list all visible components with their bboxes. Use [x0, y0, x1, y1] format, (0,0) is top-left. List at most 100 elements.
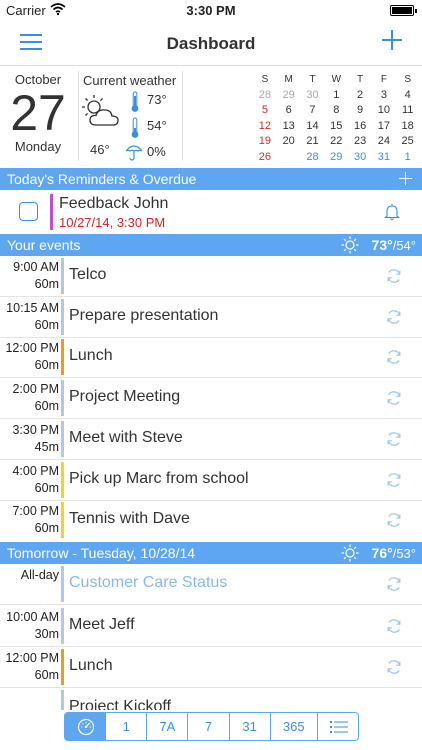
precipitation-chance: 0% [147, 144, 166, 159]
event-color-bar [61, 462, 64, 498]
calendar-day[interactable]: 2 [348, 88, 372, 104]
sync-icon[interactable] [386, 309, 402, 325]
calendar-day[interactable]: 18 [396, 119, 420, 135]
calendar-day[interactable]: 6 [277, 103, 301, 119]
calendar-day[interactable]: 31 [372, 150, 396, 166]
event-row[interactable]: 3:30 PM 45m Meet with Steve [0, 419, 422, 460]
event-row[interactable]: 10:15 AM 60m Prepare presentation [0, 297, 422, 338]
week-view-button[interactable]: 7 [188, 713, 230, 740]
list-view-button[interactable] [318, 713, 358, 740]
sync-icon[interactable] [386, 268, 402, 284]
event-title: Project Meeting [69, 388, 181, 405]
event-row[interactable]: 9:00 AM 60m Telco [0, 256, 422, 297]
clock: 3:30 PM [186, 3, 236, 18]
calendar-day[interactable]: 26 [253, 150, 277, 166]
date-block[interactable]: October 27 Monday [0, 67, 76, 167]
calendar-day[interactable]: 22 [324, 134, 348, 150]
weekday-header: W [331, 74, 342, 85]
calendar-day[interactable]: 11 [396, 103, 420, 119]
calendar-day[interactable]: 9 [348, 103, 372, 119]
add-icon[interactable] [382, 30, 402, 50]
weekday-header: S [404, 74, 412, 85]
sync-icon[interactable] [386, 618, 402, 634]
sync-icon[interactable] [386, 390, 402, 406]
today-temps: 73°/54° [372, 237, 416, 253]
sync-icon[interactable] [386, 512, 402, 528]
calendar-day[interactable]: 7 [301, 103, 325, 119]
calendar-day[interactable]: 17 [372, 119, 396, 135]
event-time: 10:15 AM [6, 301, 59, 315]
event-title: Meet Jeff [69, 616, 135, 633]
calendar-day[interactable]: 29 [324, 150, 348, 166]
calendar-day[interactable]: 5 [253, 103, 277, 119]
week-agenda-view-button[interactable]: 7A [147, 713, 189, 740]
day-view-button[interactable]: 1 [106, 713, 148, 740]
event-duration: 60m [34, 481, 59, 495]
sync-icon[interactable] [386, 472, 402, 488]
event-row[interactable]: 10:00 AM 30m Meet Jeff [0, 606, 422, 647]
event-row[interactable]: 4:00 PM 60m Pick up Marc from school [0, 460, 422, 501]
calendar-day[interactable]: 13 [277, 119, 301, 135]
event-title: Telco [69, 266, 107, 283]
weather-block[interactable]: Current weather 73° 54° 46° 0% [80, 67, 180, 167]
calendar-day[interactable]: 20 [277, 134, 301, 150]
event-row[interactable]: 7:00 PM 60m Tennis with Dave [0, 500, 422, 541]
event-time: 12:00 PM [5, 341, 59, 355]
event-row[interactable]: 12:00 PM 60m Lunch [0, 647, 422, 688]
calendar-day[interactable]: 28 [301, 150, 325, 166]
event-title: Meet with Steve [69, 429, 183, 446]
event-row-partial[interactable]: Project Kickoff [0, 688, 422, 710]
bell-icon[interactable] [384, 203, 400, 221]
calendar-day[interactable]: 21 [301, 134, 325, 150]
calendar-day[interactable]: 10 [372, 103, 396, 119]
nav-bar: Dashboard [0, 22, 422, 66]
calendar-day[interactable]: 29 [277, 88, 301, 104]
month-view-button[interactable]: 31 [230, 713, 271, 740]
calendar-day[interactable]: 19 [253, 134, 277, 150]
reminder-due: 10/27/14, 3:30 PM [59, 215, 166, 230]
weekday-header: T [357, 74, 364, 85]
event-row[interactable]: 12:00 PM 60m Lunch [0, 337, 422, 378]
calendar-day[interactable]: 15 [324, 119, 348, 135]
event-time: All-day [20, 568, 59, 582]
sync-icon[interactable] [386, 659, 402, 675]
weekday-label: Monday [14, 139, 62, 154]
calendar-day[interactable]: 30 [301, 88, 325, 104]
calendar-day[interactable]: 30 [348, 150, 372, 166]
calendar-day[interactable]: 24 [372, 134, 396, 150]
calendar-day[interactable]: 28 [253, 88, 277, 104]
sun-icon [341, 544, 359, 562]
calendar-day[interactable]: 1 [396, 150, 420, 166]
speedometer-icon [77, 718, 95, 736]
sync-icon[interactable] [386, 349, 402, 365]
year-view-button[interactable]: 365 [271, 713, 318, 740]
calendar-day[interactable]: 4 [396, 88, 420, 104]
calendar-day[interactable]: 23 [348, 134, 372, 150]
event-row[interactable]: 2:00 PM 60m Project Meeting [0, 378, 422, 419]
mini-calendar[interactable]: S M T W T F S 28 29 30 1 2 3 4 5 6 7 8 9… [253, 72, 420, 166]
calendar-day[interactable]: 1 [324, 88, 348, 104]
sync-icon[interactable] [386, 576, 402, 592]
add-reminder-icon[interactable] [399, 172, 412, 185]
event-row[interactable]: All-day Customer Care Status [0, 564, 422, 605]
tomorrow-events-header: Tomorrow - Tuesday, 10/28/14 76°/53° [0, 542, 422, 564]
calendar-day[interactable]: 12 [253, 119, 277, 135]
event-duration: 60m [34, 521, 59, 535]
calendar-day[interactable]: 16 [348, 119, 372, 135]
partly-cloudy-icon [82, 95, 119, 126]
calendar-day[interactable]: 8 [324, 103, 348, 119]
divider [78, 71, 79, 161]
reminder-color-bar [50, 194, 53, 230]
dashboard-view-button[interactable] [65, 713, 107, 740]
weekday-header: S [261, 74, 269, 85]
calendar-day[interactable]: 25 [396, 134, 420, 150]
day-number: 27 [10, 85, 66, 141]
reminder-checkbox[interactable] [19, 202, 38, 221]
sync-icon[interactable] [386, 431, 402, 447]
calendar-day-today[interactable]: 27 [277, 148, 301, 166]
today-events-label: Your events [7, 237, 81, 253]
calendar-day[interactable]: 14 [301, 119, 325, 135]
calendar-day[interactable]: 3 [372, 88, 396, 104]
reminder-item[interactable]: Feedback John 10/27/14, 3:30 PM [0, 190, 422, 234]
status-bar: Carrier 3:30 PM [0, 0, 422, 22]
